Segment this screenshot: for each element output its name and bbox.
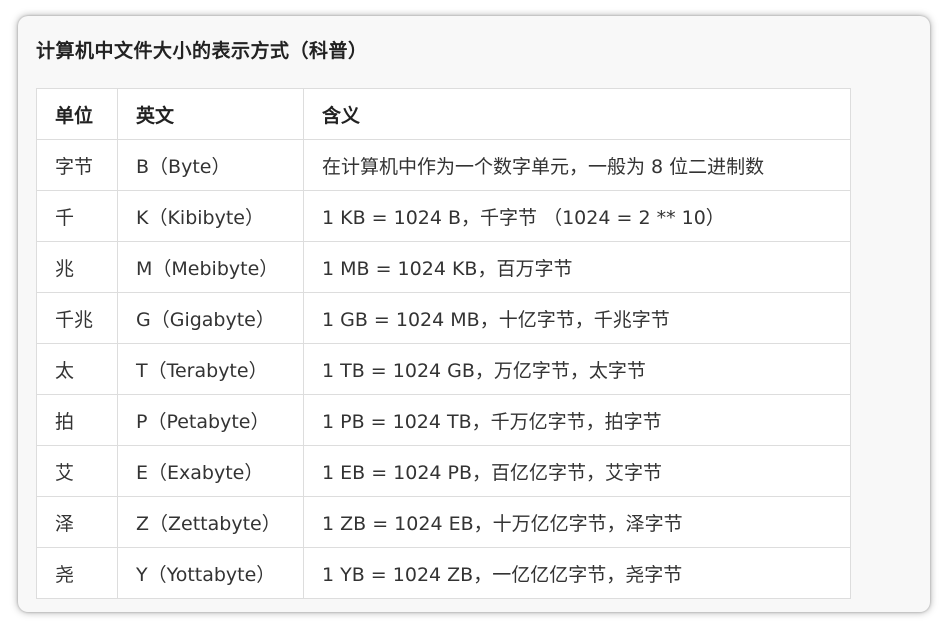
cell-meaning: 1 YB = 1024 ZB，一亿亿亿字节，尧字节 <box>303 547 851 599</box>
cell-english: Y（Yottabyte） <box>117 547 304 599</box>
header-english: 英文 <box>117 88 304 140</box>
header-meaning: 含义 <box>303 88 851 140</box>
table-row: 尧 Y（Yottabyte） 1 YB = 1024 ZB，一亿亿亿字节，尧字节 <box>36 547 851 599</box>
table-row: 兆 M（Mebibyte） 1 MB = 1024 KB，百万字节 <box>36 241 851 293</box>
cell-unit: 太 <box>36 343 118 395</box>
cell-unit: 千兆 <box>36 292 118 344</box>
cell-english: B（Byte） <box>117 139 304 191</box>
cell-unit: 兆 <box>36 241 118 293</box>
cell-unit: 千 <box>36 190 118 242</box>
cell-meaning: 在计算机中作为一个数字单元，一般为 8 位二进制数 <box>303 139 851 191</box>
units-table: 单位 英文 含义 字节 B（Byte） 在计算机中作为一个数字单元，一般为 8 … <box>36 88 851 599</box>
table-row: 千 K（Kibibyte） 1 KB = 1024 B，千字节 （1024 = … <box>36 190 851 242</box>
header-unit: 单位 <box>36 88 118 140</box>
cell-meaning: 1 KB = 1024 B，千字节 （1024 = 2 ** 10） <box>303 190 851 242</box>
page-title: 计算机中文件大小的表示方式（科普） <box>36 40 368 62</box>
table-row: 字节 B（Byte） 在计算机中作为一个数字单元，一般为 8 位二进制数 <box>36 139 851 191</box>
table-header-row: 单位 英文 含义 <box>36 88 851 140</box>
cell-unit: 拍 <box>36 394 118 446</box>
table-row: 千兆 G（Gigabyte） 1 GB = 1024 MB，十亿字节，千兆字节 <box>36 292 851 344</box>
cell-meaning: 1 EB = 1024 PB，百亿亿字节，艾字节 <box>303 445 851 497</box>
cell-meaning: 1 MB = 1024 KB，百万字节 <box>303 241 851 293</box>
cell-unit: 尧 <box>36 547 118 599</box>
cell-english: E（Exabyte） <box>117 445 304 497</box>
cell-english: G（Gigabyte） <box>117 292 304 344</box>
table-row: 拍 P（Petabyte） 1 PB = 1024 TB，千万亿字节，拍字节 <box>36 394 851 446</box>
table-row: 太 T（Terabyte） 1 TB = 1024 GB，万亿字节，太字节 <box>36 343 851 395</box>
cell-unit: 艾 <box>36 445 118 497</box>
cell-meaning: 1 TB = 1024 GB，万亿字节，太字节 <box>303 343 851 395</box>
cell-unit: 泽 <box>36 496 118 548</box>
cell-english: M（Mebibyte） <box>117 241 304 293</box>
cell-english: Z（Zettabyte） <box>117 496 304 548</box>
table-row: 艾 E（Exabyte） 1 EB = 1024 PB，百亿亿字节，艾字节 <box>36 445 851 497</box>
cell-unit: 字节 <box>36 139 118 191</box>
cell-meaning: 1 ZB = 1024 EB，十万亿亿字节，泽字节 <box>303 496 851 548</box>
content-card: 计算机中文件大小的表示方式（科普） 单位 英文 含义 字节 B（Byte） 在计… <box>18 16 930 612</box>
cell-english: T（Terabyte） <box>117 343 304 395</box>
cell-meaning: 1 PB = 1024 TB，千万亿字节，拍字节 <box>303 394 851 446</box>
cell-english: K（Kibibyte） <box>117 190 304 242</box>
cell-meaning: 1 GB = 1024 MB，十亿字节，千兆字节 <box>303 292 851 344</box>
cell-english: P（Petabyte） <box>117 394 304 446</box>
table-row: 泽 Z（Zettabyte） 1 ZB = 1024 EB，十万亿亿字节，泽字节 <box>36 496 851 548</box>
